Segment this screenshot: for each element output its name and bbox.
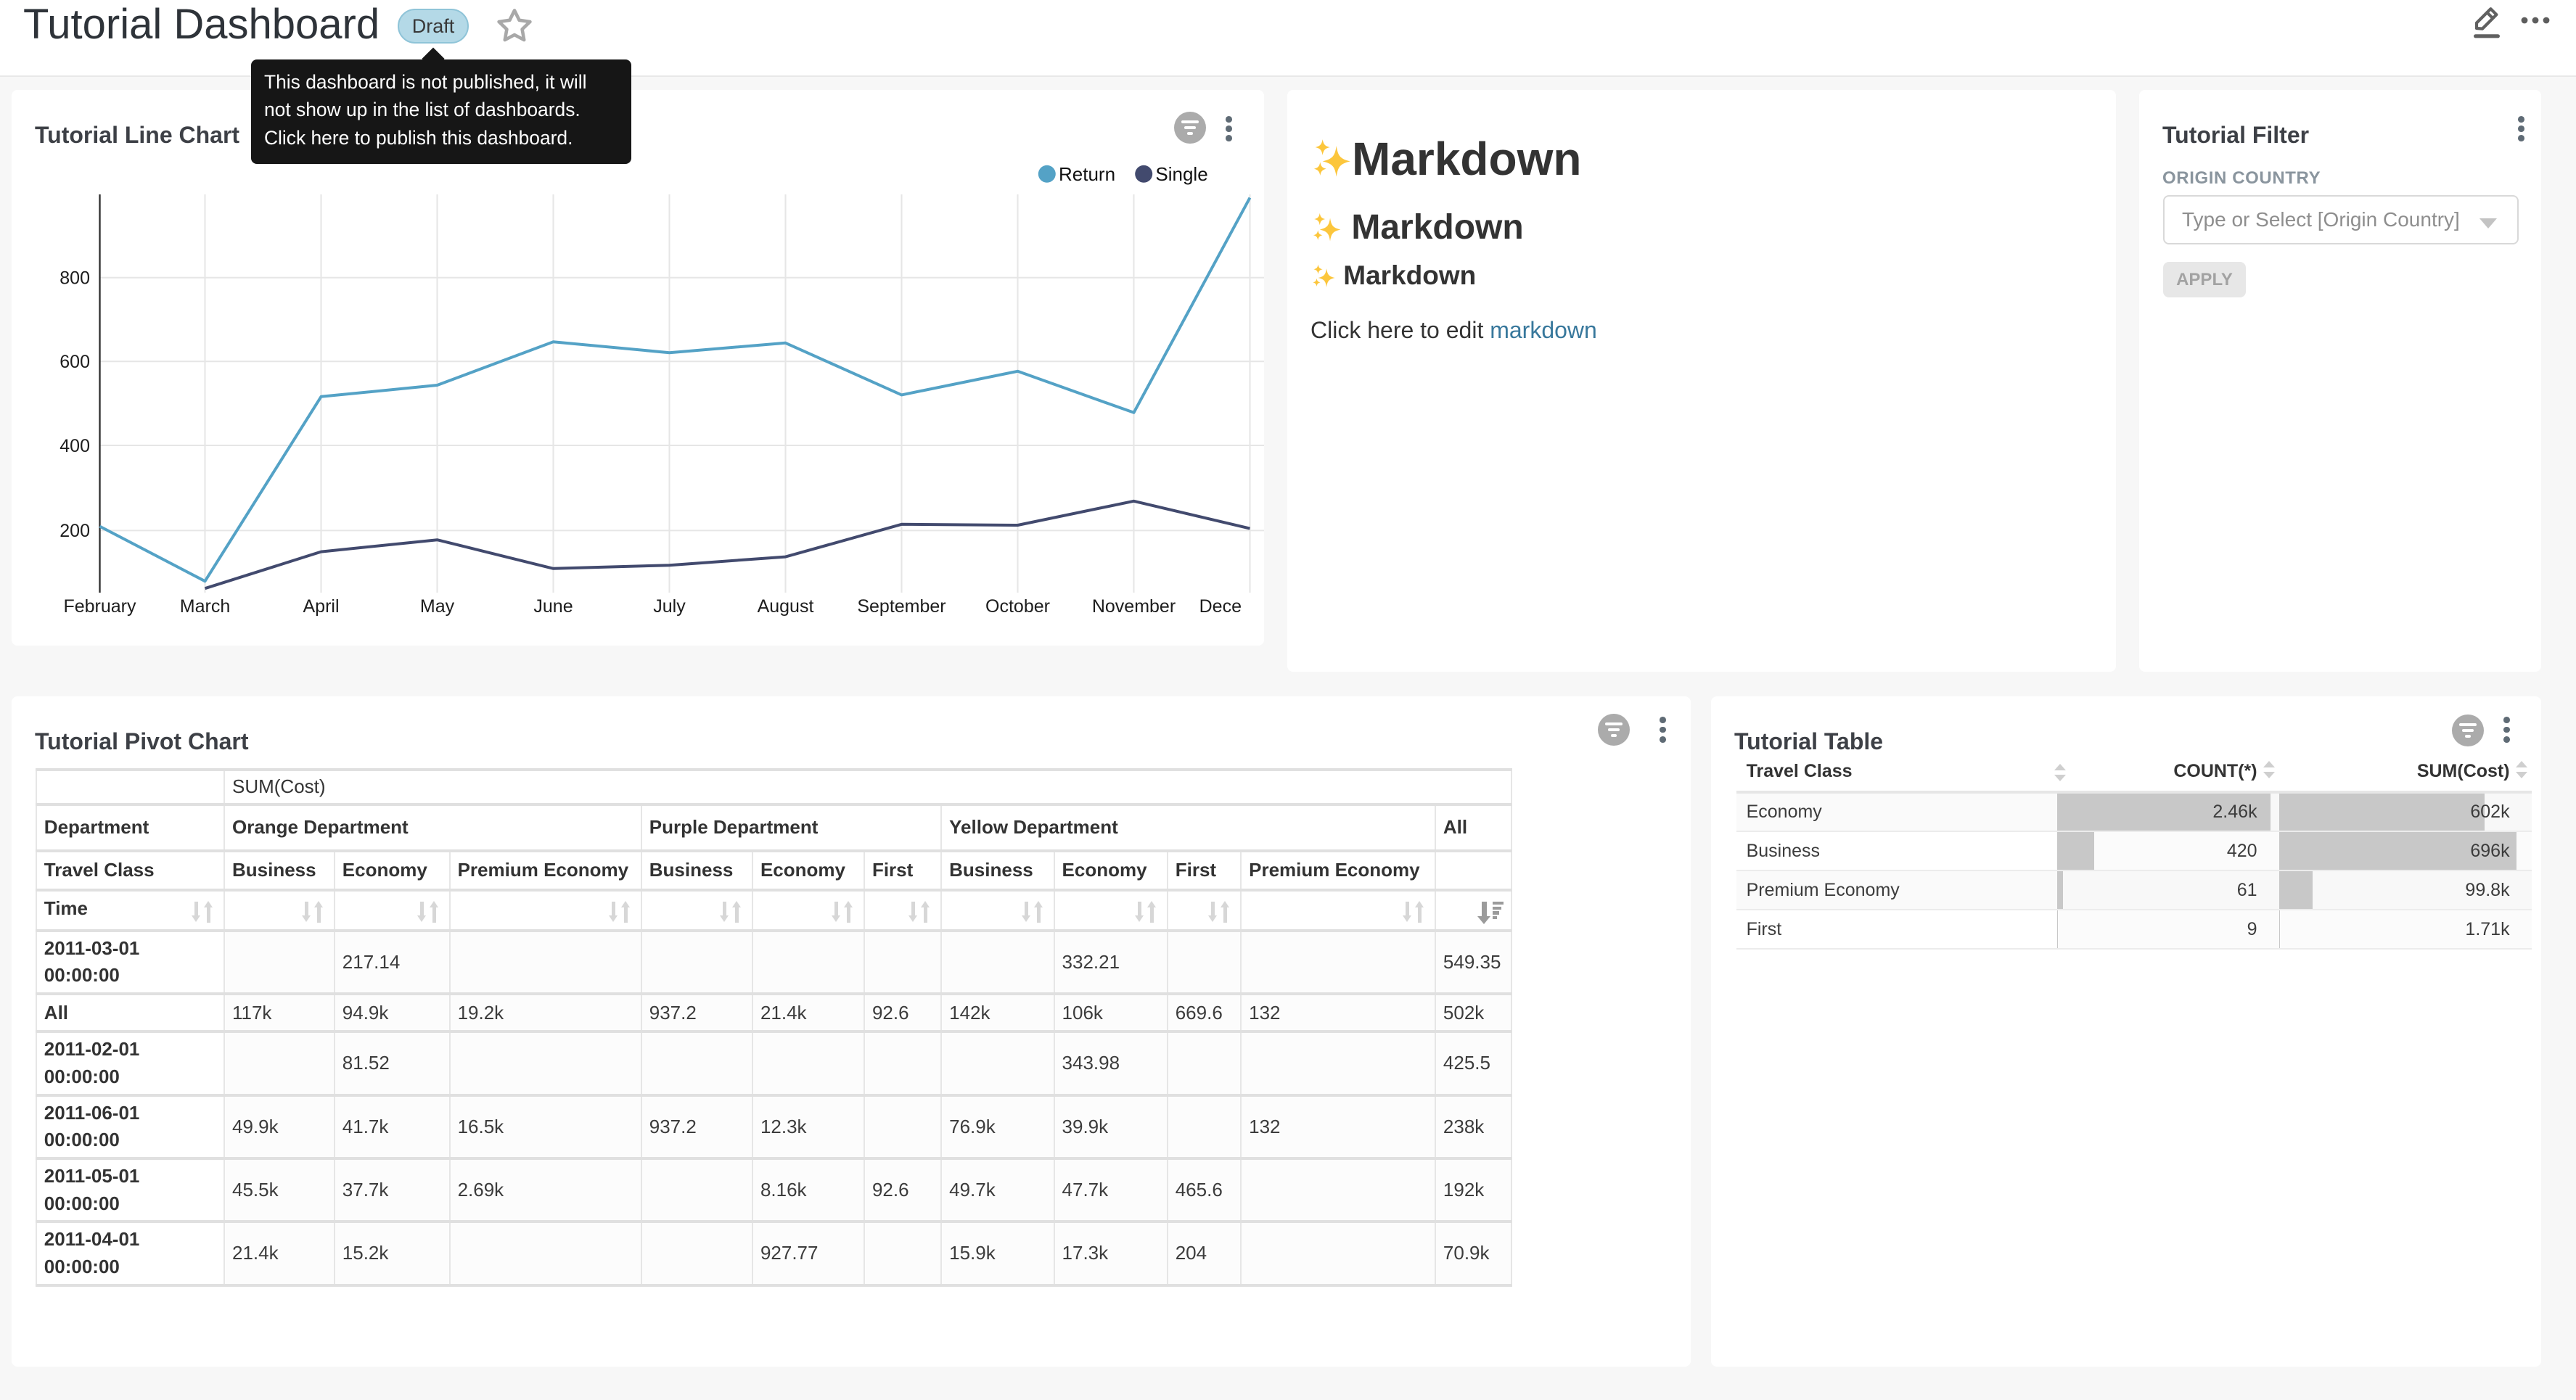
svg-text:March: March xyxy=(180,596,230,617)
svg-text:Dece: Dece xyxy=(1199,596,1242,617)
svg-text:May: May xyxy=(420,596,455,617)
svg-text:July: July xyxy=(653,596,686,617)
svg-text:Single: Single xyxy=(1155,163,1207,185)
svg-text:April: April xyxy=(303,596,339,617)
svg-text:Return: Return xyxy=(1059,163,1115,185)
svg-text:February: February xyxy=(63,596,136,617)
svg-text:September: September xyxy=(857,596,946,617)
svg-text:200: 200 xyxy=(60,521,90,541)
svg-text:November: November xyxy=(1092,596,1176,617)
svg-text:800: 800 xyxy=(60,268,90,289)
svg-text:400: 400 xyxy=(60,436,90,456)
svg-text:October: October xyxy=(985,596,1050,617)
svg-text:600: 600 xyxy=(60,352,90,372)
svg-text:June: June xyxy=(533,596,573,617)
svg-text:August: August xyxy=(758,596,814,617)
